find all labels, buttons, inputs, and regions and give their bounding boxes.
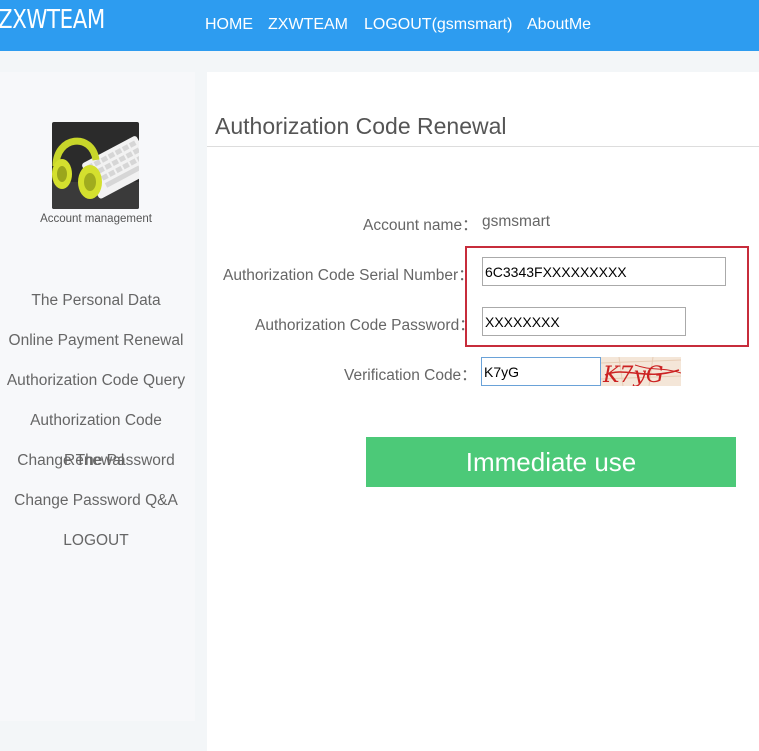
account-management-label: Account management — [40, 213, 152, 225]
sidebar-item-change-password-qa[interactable]: Change Password Q&A — [0, 492, 192, 510]
sidebar-item-online-payment-renewal[interactable]: Online Payment Renewal — [0, 332, 192, 350]
sidebar-item-personal-data[interactable]: The Personal Data — [0, 292, 192, 310]
header-spacer — [0, 51, 759, 72]
nav-home-link[interactable]: HOME — [205, 16, 253, 34]
site-logo[interactable]: ZXWTEAM — [0, 5, 105, 35]
sidebar-item-authorization-code-query[interactable]: Authorization Code Query — [0, 372, 192, 390]
page-title: Authorization Code Renewal — [215, 113, 507, 139]
verification-code-input[interactable] — [481, 357, 601, 386]
sidebar-gutter — [195, 72, 207, 751]
sidebar-item-change-password[interactable]: Change The Password Renewal — [0, 452, 192, 470]
sidebar-item-authorization-code[interactable]: Authorization Code — [0, 412, 192, 430]
nav-logout-link[interactable]: LOGOUT(gsmsmart) — [364, 16, 512, 34]
verification-code-label: Verification Code： — [344, 367, 477, 384]
account-name-label: Account name： — [363, 217, 478, 234]
captcha-graphic: K7yG — [601, 357, 681, 386]
sidebar-overlapping-renewal-text: Renewal — [64, 452, 125, 469]
captcha-image[interactable]: K7yG — [601, 357, 681, 386]
serial-number-label: Authorization Code Serial Number： — [223, 267, 474, 284]
account-avatar-image[interactable] — [52, 122, 139, 209]
sidebar-item-logout[interactable]: LOGOUT — [0, 532, 192, 550]
code-password-input[interactable] — [482, 307, 686, 336]
code-password-label: Authorization Code Password： — [255, 317, 475, 334]
sidebar: Account management The Personal Data Onl… — [0, 72, 195, 721]
serial-number-input[interactable] — [482, 257, 726, 286]
account-name-value: gsmsmart — [482, 213, 551, 230]
nav-zxwteam-link[interactable]: ZXWTEAM — [268, 16, 348, 34]
top-nav-bar: ZXWTEAM HOME ZXWTEAM LOGOUT(gsmsmart) Ab… — [0, 0, 759, 51]
title-divider — [207, 146, 759, 147]
nav-about-link[interactable]: AboutMe — [527, 16, 591, 34]
sidebar-footer-band — [0, 721, 195, 751]
immediate-use-button[interactable]: Immediate use — [366, 437, 736, 487]
headphones-keyboard-image — [52, 122, 139, 209]
